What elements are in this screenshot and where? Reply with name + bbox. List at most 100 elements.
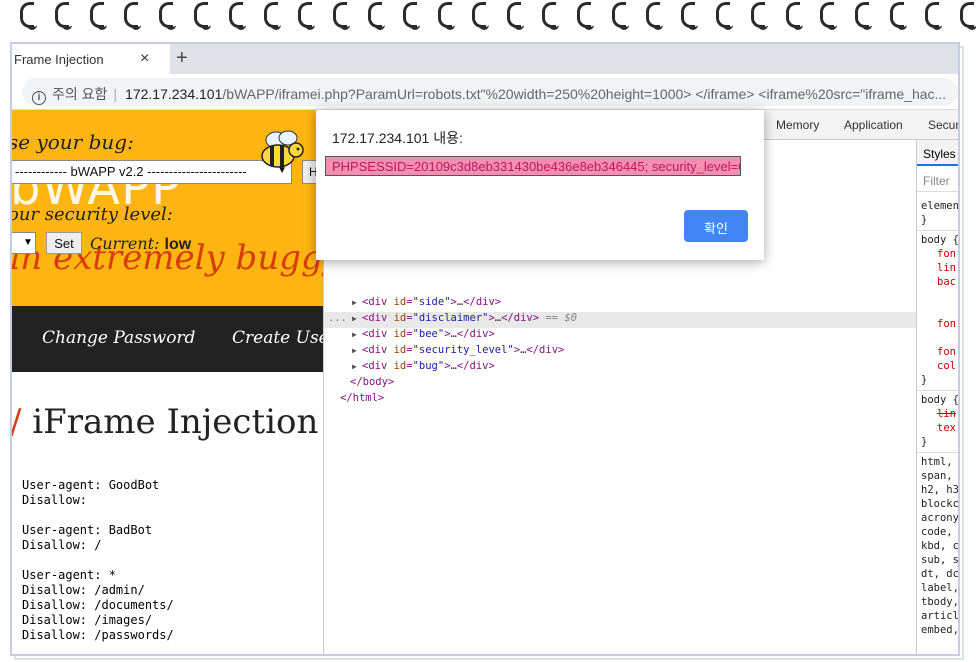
current-level: Current: low: [90, 234, 191, 254]
nav-change-password[interactable]: Change Password: [42, 328, 195, 348]
choose-bug-label: se your bug:: [12, 130, 134, 154]
spiral-ring: [20, 2, 37, 30]
style-rule-line: sub, s: [921, 554, 958, 566]
style-rule-line: fon: [937, 248, 956, 260]
title-slash: /: [12, 402, 21, 442]
style-rule-line: }: [921, 436, 928, 448]
spiral-ring: [333, 2, 351, 30]
tree-node[interactable]: ▶ <div id="bug">…</div>: [324, 360, 916, 376]
style-rule-line: kbd, c: [921, 540, 958, 552]
current-label: Current:: [90, 234, 160, 253]
style-divider: [917, 452, 958, 453]
style-rule-line: blockc: [921, 498, 958, 510]
set-button[interactable]: Set: [46, 232, 82, 254]
tree-node[interactable]: </body>: [324, 376, 916, 392]
tree-node[interactable]: ▶ <div id="side">…</div>: [324, 296, 916, 312]
style-rule-line: code,: [921, 526, 953, 538]
tab-application[interactable]: Application: [844, 118, 903, 132]
spiral-ring: [611, 2, 629, 30]
spiral-ring: [54, 2, 72, 30]
spiral-ring: [124, 2, 142, 30]
spiral-ring: [681, 2, 699, 30]
styles-filter-input[interactable]: Filter: [917, 168, 958, 192]
tab-frame-injection[interactable]: Frame Injection ×: [12, 44, 170, 74]
style-rule-line: fon: [937, 346, 956, 358]
tree-node[interactable]: </html>: [324, 392, 916, 408]
nav-bar: Change Password Create Use: [12, 306, 323, 372]
page-title: / iFrame Injection: [12, 402, 318, 442]
spiral-ring: [890, 2, 907, 30]
new-tab-button[interactable]: +: [176, 47, 188, 70]
info-icon[interactable]: i: [32, 91, 46, 105]
style-rule-line: elemen: [921, 200, 958, 212]
style-rule-line: embed,: [921, 624, 958, 636]
ok-button[interactable]: 확인: [684, 210, 748, 242]
style-rule-line: span,: [921, 470, 953, 482]
tree-node[interactable]: ▶ <div id="security_level">…</div>: [324, 344, 916, 360]
notebook-spiral: [0, 0, 976, 42]
spiral-ring: [228, 2, 246, 30]
url-path: /bWAPP/iframei.php?ParamUrl=robots.txt"%…: [222, 86, 947, 102]
style-rule-line: tex: [937, 422, 956, 434]
spiral-ring: [576, 2, 594, 30]
spiral-ring: [716, 2, 733, 30]
current-level-value: low: [164, 236, 192, 253]
spiral-ring: [959, 2, 976, 30]
alert-dialog: 172.17.234.101 내용: PHPSESSID=20109c3d8eb…: [316, 110, 764, 260]
style-divider: [917, 230, 958, 231]
spiral-ring: [298, 2, 316, 30]
style-rule-line: body {: [921, 234, 958, 246]
spiral-ring: [750, 2, 768, 30]
address-separator: |: [113, 86, 118, 102]
style-rule-line: bac: [937, 276, 956, 288]
spiral-ring: [820, 2, 838, 30]
style-rule-line: h2, h3: [921, 484, 958, 496]
style-rule-line: html,: [921, 456, 953, 468]
security-level-select[interactable]: ▼: [12, 232, 36, 254]
tab-title: Frame Injection: [14, 52, 104, 67]
address-bar: i 주의 요함 | 172.17.234.101/bWAPP/iframei.php?…: [12, 74, 958, 110]
style-rule-line: acrony: [921, 512, 958, 524]
style-rule-line: col: [937, 360, 956, 372]
bee-icon: [261, 130, 304, 168]
spiral-ring: [194, 2, 211, 30]
tree-node[interactable]: ▶ <div id="bee">…</div>: [324, 328, 916, 344]
spiral-ring: [472, 2, 490, 30]
spiral-ring: [402, 2, 420, 30]
tab-security[interactable]: Security: [928, 118, 958, 132]
bug-select-value: ------------ bWAPP v2.2 ----------------…: [15, 164, 247, 179]
spiral-ring: [368, 2, 385, 30]
spiral-ring: [542, 2, 559, 30]
url-input[interactable]: i 주의 요함 | 172.17.234.101/bWAPP/iframei.php?…: [22, 78, 958, 106]
page-header: se your bug: bWAPP ------------ bWAPP v2…: [12, 110, 323, 306]
dialog-title: 172.17.234.101 내용:: [332, 130, 463, 146]
style-divider: [917, 390, 958, 391]
spiral-ring: [646, 2, 664, 30]
tab-bar: Frame Injection × +: [12, 44, 958, 74]
nav-create-user[interactable]: Create Use: [232, 328, 323, 348]
dialog-message-text: PHPSESSID=20109c3d8eb331430be436e8eb3464…: [332, 159, 741, 174]
style-rule-line: lin: [937, 262, 956, 274]
bug-select[interactable]: ------------ bWAPP v2.2 ----------------…: [12, 160, 292, 184]
screenshot-frame: Frame Injection × + i 주의 요함 | 172.17.234.10…: [10, 42, 960, 656]
web-page: se your bug: bWAPP ------------ bWAPP v2…: [12, 110, 324, 654]
title-text: iFrame Injection: [32, 402, 319, 442]
spiral-ring: [263, 2, 281, 30]
security-warning: 주의 요함: [52, 86, 108, 102]
style-rule-line: label,: [921, 582, 958, 594]
style-rule-line: }: [921, 374, 928, 386]
spiral-ring: [89, 2, 107, 30]
tab-styles[interactable]: Styles: [917, 140, 958, 166]
spiral-ring: [785, 2, 803, 30]
style-rule-line: tbody,: [921, 596, 958, 608]
style-rule-line: body {: [921, 394, 958, 406]
close-icon[interactable]: ×: [140, 50, 149, 68]
tree-node[interactable]: ... ▶ <div id="disclaimer">…</div> == $0: [324, 312, 916, 328]
dialog-message[interactable]: PHPSESSID=20109c3d8eb331430be436e8eb3464…: [325, 156, 741, 176]
tab-memory[interactable]: Memory: [776, 118, 819, 132]
style-rule-line: }: [921, 214, 928, 226]
style-rule-line: fon: [937, 318, 956, 330]
styles-pane: Styles Filter elemen} body { fon lin bac fon f…: [916, 140, 958, 654]
style-rule-line: lin: [937, 408, 956, 420]
spiral-ring: [159, 2, 177, 30]
